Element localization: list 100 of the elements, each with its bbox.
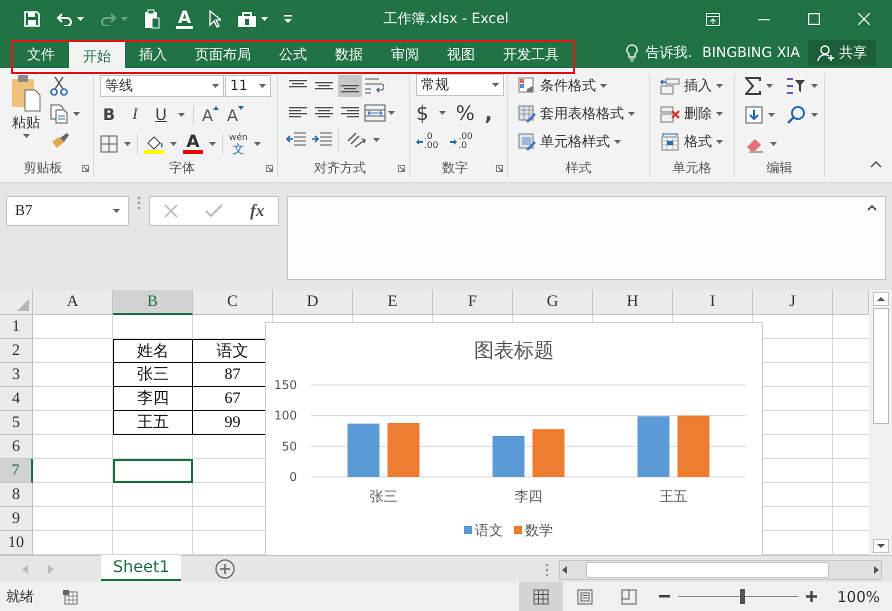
sheet-tab[interactable]: Sheet1 [101,555,182,581]
column-header[interactable]: A [33,290,113,315]
caret-icon[interactable] [766,84,773,88]
active-cell[interactable] [113,459,193,483]
wrap-text-icon[interactable] [364,77,384,95]
ribbon-tab[interactable]: 开发工具 [489,42,573,68]
pointer-icon[interactable] [209,10,222,28]
column-header[interactable]: F [433,290,513,315]
comma-button[interactable]: , [484,102,492,124]
fill-color-icon[interactable] [144,134,164,154]
ribbon-tab[interactable]: 视图 [433,42,489,68]
customize-icon[interactable] [284,15,292,23]
column-header[interactable]: H [593,290,673,315]
percent-button[interactable]: % [456,102,475,124]
caret-icon[interactable] [124,142,131,146]
view-button[interactable] [519,582,564,611]
column-header[interactable]: G [513,290,593,315]
conditional-format-button[interactable]: 条件格式 [518,74,643,98]
scroll-right-icon[interactable] [871,565,881,575]
column-header[interactable]: C [193,290,273,315]
row-header[interactable]: 1 [0,315,33,339]
font-color-button[interactable]: A [176,10,194,28]
format-button[interactable]: 格式 [660,130,728,154]
caret-icon[interactable] [73,112,80,116]
caret-icon[interactable] [716,112,723,116]
save-icon[interactable] [24,11,40,27]
row-header[interactable]: 5 [0,411,33,435]
column-header[interactable]: B [113,290,193,315]
ribbon-tab[interactable]: 文件 [13,42,69,68]
caret-icon[interactable] [438,111,446,115]
font-name-field[interactable]: 等线 [100,75,224,97]
insert-function-button[interactable]: fx [250,201,264,221]
close-icon[interactable] [858,13,870,25]
caret-icon[interactable] [716,140,723,144]
name-box[interactable]: B7 [6,196,129,226]
scroll-up-icon[interactable] [872,292,888,306]
scrollbar-thumb[interactable] [586,562,829,578]
caret-icon[interactable] [22,134,30,138]
caret-icon[interactable] [259,84,266,88]
search-icon[interactable] [786,105,806,125]
grow-font-button[interactable]: A [202,106,213,124]
scroll-down-icon[interactable] [872,539,888,553]
collapse-ribbon-icon[interactable] [870,161,882,168]
currency-button[interactable]: $ [416,102,429,124]
caret-icon[interactable] [212,84,219,88]
share-button[interactable]: 共享 [808,40,876,66]
scroll-left-icon[interactable] [560,565,570,575]
caret-icon[interactable] [628,112,635,116]
zoom-level[interactable]: 100% [837,588,880,606]
cell-style-button[interactable]: 单元格样式 [518,130,643,154]
increase-indent-icon[interactable] [312,132,332,148]
formula-input[interactable] [287,196,886,280]
column-header[interactable]: I [673,290,753,315]
caret-icon[interactable] [716,84,723,88]
add-sheet-icon[interactable] [215,559,236,579]
row-header[interactable]: 3 [0,363,33,387]
row-header[interactable]: 4 [0,387,33,411]
clipboard-icon[interactable] [144,9,160,29]
bold-button[interactable]: B [100,105,118,125]
caret-icon[interactable] [113,209,120,213]
caret-icon[interactable] [811,84,818,88]
row-header[interactable]: 6 [0,435,33,459]
text-orientation-icon[interactable] [345,131,367,149]
caret-icon[interactable] [178,113,185,117]
caret-icon[interactable] [373,138,380,142]
ribbon-tab[interactable]: 公式 [265,42,321,68]
zoom-out-icon[interactable] [659,595,670,598]
font-color-button[interactable]: A [183,134,203,154]
italic-button[interactable]: I [126,105,144,125]
caret-icon[interactable] [811,113,818,117]
decrease-decimal-button[interactable]: .00 .0 [450,133,473,151]
tell-me-link[interactable]: 告诉我. [646,44,692,62]
caret-icon[interactable] [768,113,775,117]
phonetic-button[interactable]: wén 文 [229,133,248,155]
format-painter-icon[interactable] [50,132,70,150]
dialog-launcher-icon[interactable] [496,164,503,172]
sum-icon[interactable] [745,77,761,95]
delete-button[interactable]: 删除 [660,102,728,126]
lightbulb-icon[interactable] [626,44,638,62]
user-name[interactable]: BINGBING XIA [702,45,800,61]
row-header[interactable]: 8 [0,483,33,507]
scrollbar-thumb[interactable] [872,308,888,424]
caret-icon[interactable] [770,142,777,146]
shrink-font-button[interactable]: A [226,106,238,124]
caret-icon[interactable] [388,111,395,115]
column-header[interactable]: E [353,290,433,315]
drag-handle-icon[interactable] [545,563,549,577]
dialog-launcher-icon[interactable] [398,164,405,172]
row-header[interactable]: 9 [0,507,33,531]
ribbon-tab[interactable]: 数据 [321,42,377,68]
increase-decimal-button[interactable]: .0 .00 [416,133,438,151]
font-size-field[interactable]: 11 [225,75,271,97]
chart-area[interactable]: 图表标题 0 50 100 150 张三 李四 王五 语文 数学 [265,322,763,555]
ribbon-options-icon[interactable] [706,12,720,26]
copy-icon[interactable] [50,104,68,124]
underline-button[interactable]: U [152,105,170,125]
ribbon-tab[interactable]: 审阅 [377,42,433,68]
ribbon-tab[interactable]: 页面布局 [181,42,265,68]
ribbon-tab[interactable]: 插入 [125,42,181,68]
fill-down-icon[interactable] [745,106,763,124]
